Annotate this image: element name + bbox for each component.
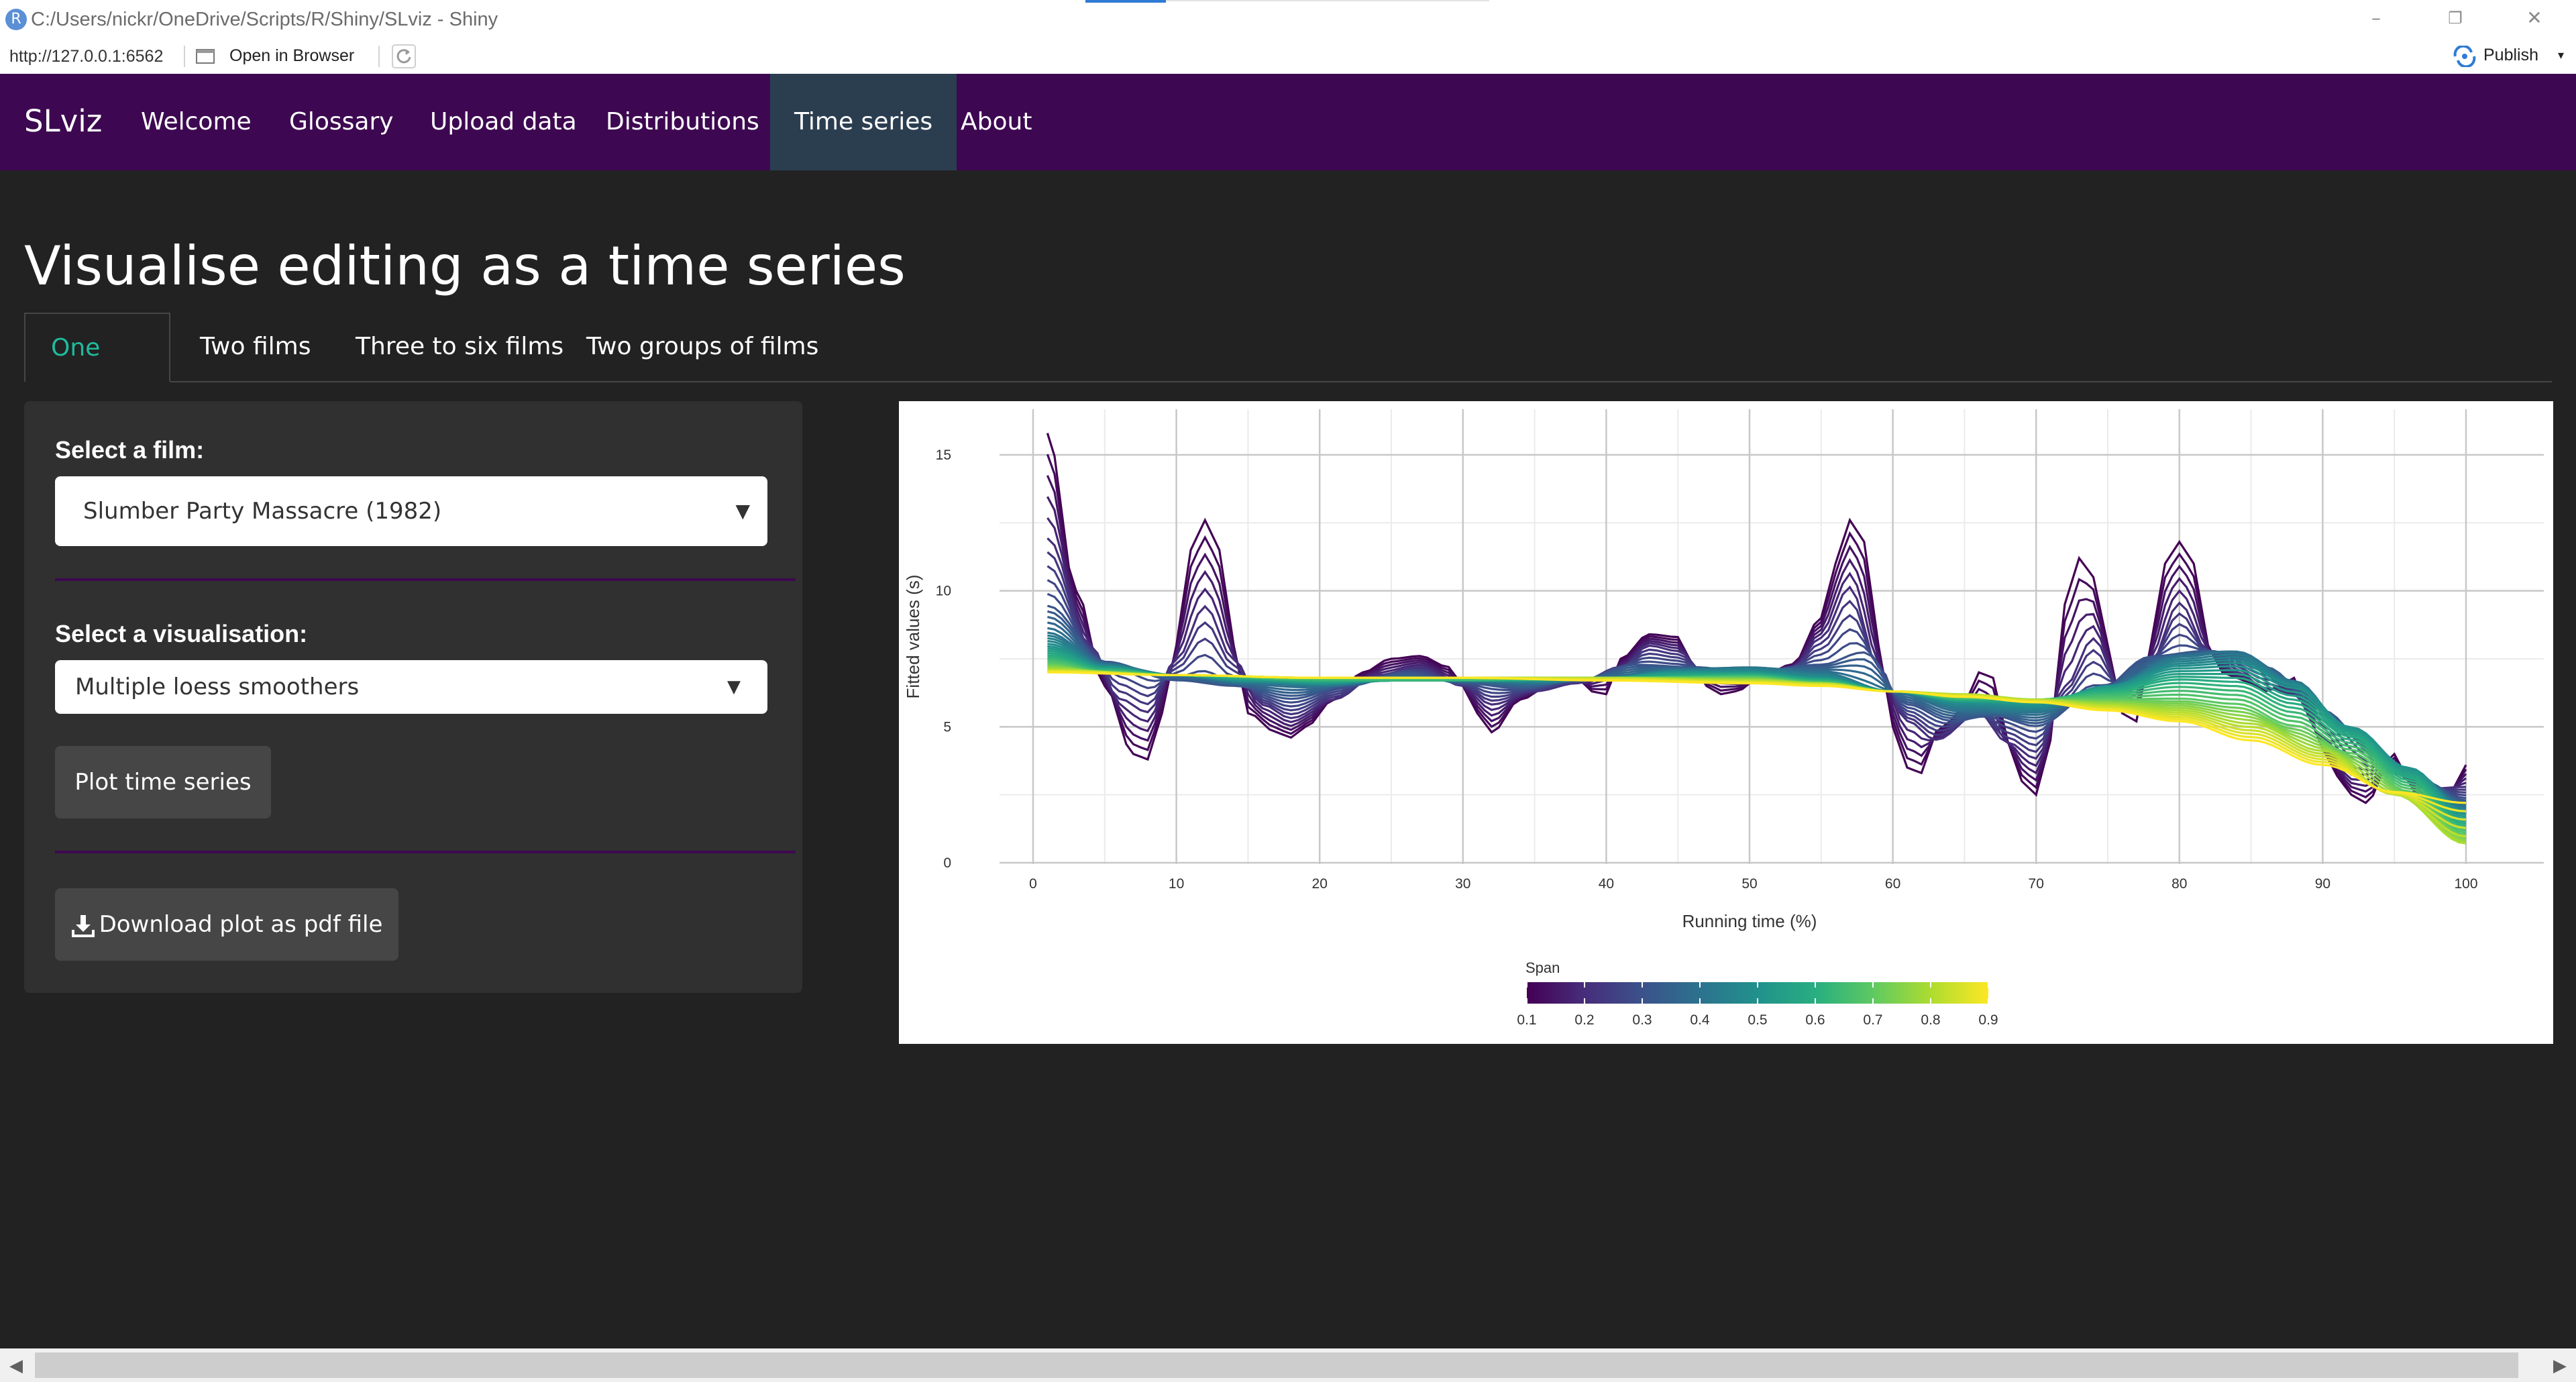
scroll-right-icon[interactable]: ▶ — [2546, 1352, 2573, 1378]
tab-two-films[interactable]: Two films — [174, 313, 336, 381]
browser-window-icon — [196, 49, 215, 64]
loess-series-line — [1046, 433, 2467, 810]
x-tick-label: 100 — [2454, 876, 2477, 892]
visualisation-select-label: Select a visualisation: — [55, 620, 308, 647]
tab-strip: One Film Two films Three to six films Tw… — [24, 313, 2552, 430]
film-select-value: Slumber Party Massacre (1982) — [83, 498, 442, 525]
y-tick-label: 10 — [936, 584, 951, 599]
loess-series-line — [1046, 517, 2467, 794]
nav-upload-data[interactable]: Upload data — [406, 74, 601, 170]
address-bar: http://127.0.0.1:6562 Open in Browser Pu… — [0, 39, 2576, 74]
chevron-down-icon[interactable]: ▾ — [2558, 48, 2564, 62]
x-tick-label: 40 — [1599, 876, 1614, 892]
colorbar-tick-label: 0.4 — [1690, 1012, 1710, 1028]
minimize-icon[interactable]: – — [2356, 1, 2396, 35]
x-tick-label: 0 — [1029, 876, 1037, 892]
y-tick-label: 5 — [943, 719, 951, 735]
colorbar-tick-label: 0.6 — [1805, 1012, 1825, 1028]
loading-indicator — [1085, 0, 1166, 3]
nav-time-series[interactable]: Time series — [770, 74, 957, 170]
x-tick-label: 90 — [2315, 876, 2330, 892]
x-tick-label: 80 — [2171, 876, 2187, 892]
tab-one-film[interactable]: One Film — [24, 313, 170, 430]
scrollbar-thumb[interactable] — [35, 1352, 2518, 1378]
x-tick-label: 70 — [2029, 876, 2044, 892]
publish-button[interactable]: Publish ▾ — [2451, 44, 2564, 68]
open-in-browser-label: Open in Browser — [229, 46, 355, 65]
loading-track — [1166, 0, 1489, 1]
tab-two-groups-of-films[interactable]: Two groups of films — [561, 313, 844, 381]
plot-time-series-button[interactable]: Plot time series — [55, 746, 271, 818]
loess-chart: 0 10 20 30 40 50 60 70 80 90 100 0 5 10 15 Running time… — [903, 409, 2544, 1028]
separator — [184, 46, 185, 67]
loess-series-line — [1046, 475, 2467, 802]
horizontal-scrollbar[interactable]: ◀ ▶ — [0, 1348, 2576, 1382]
x-tick-label: 10 — [1169, 876, 1184, 892]
section-divider — [55, 851, 796, 853]
colorbar-tick-label: 0.3 — [1632, 1012, 1652, 1028]
page-title: Visualise editing as a time series — [24, 235, 906, 297]
brand-logo[interactable]: SLviz — [24, 103, 102, 139]
colorbar-tick-label: 0.5 — [1748, 1012, 1767, 1028]
restore-icon[interactable]: ❐ — [2435, 1, 2475, 35]
nav-welcome[interactable]: Welcome — [117, 74, 276, 170]
download-pdf-label: Download plot as pdf file — [99, 911, 383, 938]
window-titlebar: R C:/Users/nickr/OneDrive/Scripts/R/Shin… — [0, 0, 2576, 39]
legend-title: Span — [1525, 959, 1560, 976]
colorbar-tick-label: 0.9 — [1978, 1012, 1998, 1028]
x-tick-label: 50 — [1741, 876, 1757, 892]
separator — [378, 46, 380, 67]
film-select-label: Select a film: — [55, 436, 205, 464]
chevron-down-icon: ▼ — [735, 500, 750, 522]
time-series-plot: 0 10 20 30 40 50 60 70 80 90 100 0 5 10 15 Running time… — [899, 401, 2553, 1044]
nav-distributions[interactable]: Distributions — [582, 74, 784, 170]
sidebar-panel: Select a film: Slumber Party Massacre (1… — [24, 401, 802, 993]
visualisation-select-value: Multiple loess smoothers — [75, 674, 360, 700]
x-tick-label: 20 — [1312, 876, 1328, 892]
x-tick-label: 60 — [1885, 876, 1900, 892]
y-axis-title: Fitted values (s) — [903, 575, 923, 699]
refresh-icon[interactable] — [392, 44, 416, 68]
section-divider — [55, 578, 796, 581]
navbar: SLviz Welcome Glossary Upload data Distr… — [0, 74, 2576, 170]
nav-glossary[interactable]: Glossary — [265, 74, 418, 170]
url-text: http://127.0.0.1:6562 — [9, 47, 164, 66]
publish-label: Publish — [2483, 46, 2538, 64]
visualisation-select[interactable]: Multiple loess smoothers ▼ — [55, 660, 767, 714]
nav-about[interactable]: About — [936, 74, 1056, 170]
colorbar-tick-label: 0.1 — [1517, 1012, 1536, 1028]
x-tick-label: 30 — [1455, 876, 1470, 892]
tab-three-to-six-films[interactable]: Three to six films — [330, 313, 589, 381]
loess-series-line — [1046, 454, 2467, 806]
y-tick-label: 0 — [943, 855, 951, 871]
loess-series-line — [1046, 496, 2467, 798]
colorbar-tick-label: 0.7 — [1863, 1012, 1882, 1028]
caret-down-icon: ▼ — [727, 677, 741, 697]
download-icon — [71, 914, 95, 938]
colorbar-tick-label: 0.8 — [1921, 1012, 1940, 1028]
y-tick-label: 15 — [936, 447, 951, 463]
scroll-left-icon[interactable]: ◀ — [3, 1352, 30, 1378]
window-title: C:/Users/nickr/OneDrive/Scripts/R/Shiny/… — [31, 9, 498, 30]
x-axis-title: Running time (%) — [1682, 911, 1817, 931]
close-icon[interactable]: ✕ — [2514, 1, 2555, 35]
r-app-icon: R — [5, 9, 27, 30]
colorbar-tick-label: 0.2 — [1574, 1012, 1594, 1028]
download-pdf-button[interactable]: Download plot as pdf file — [55, 888, 398, 961]
film-select[interactable]: Slumber Party Massacre (1982) ▼ — [55, 476, 767, 546]
publish-icon — [2453, 46, 2476, 67]
